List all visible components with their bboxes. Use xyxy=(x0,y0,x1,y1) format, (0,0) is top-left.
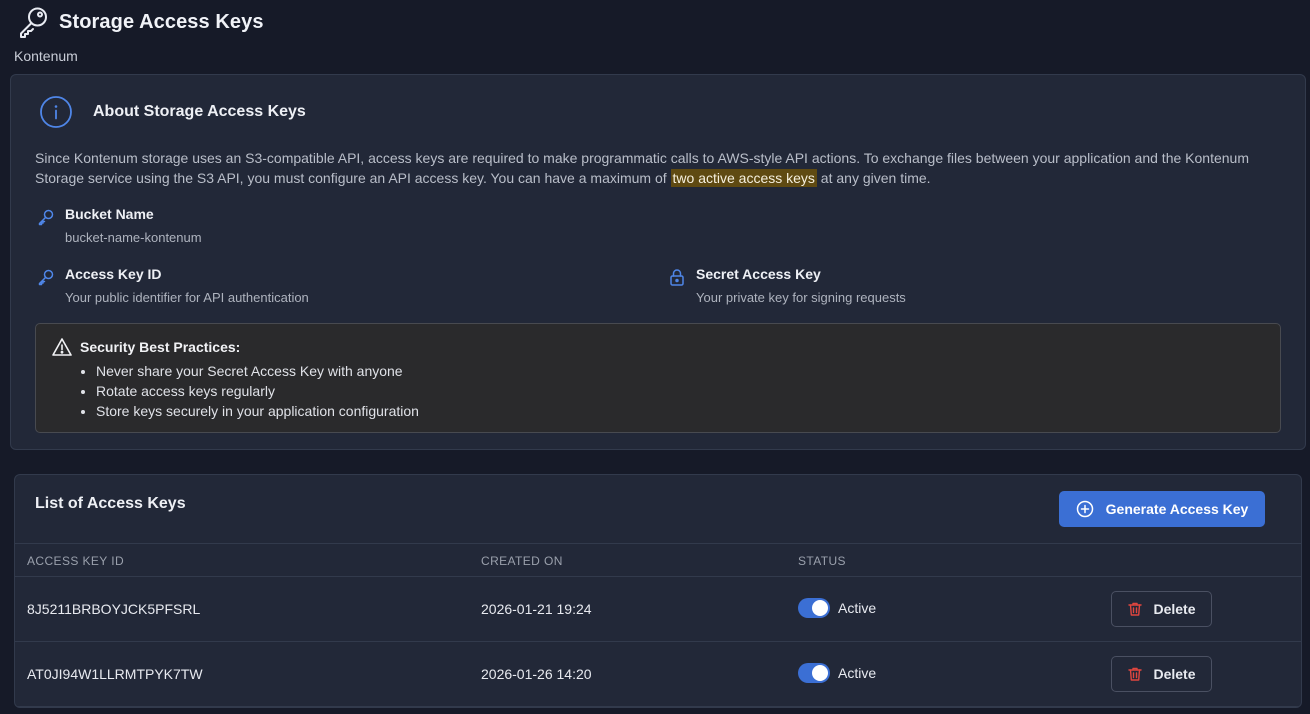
created-on-cell: 2026-01-26 14:20 xyxy=(481,666,592,682)
status-toggle[interactable] xyxy=(798,663,830,683)
highlight-text: two active access keys xyxy=(670,169,817,187)
delete-label: Delete xyxy=(1153,666,1196,682)
column-header-status: STATUS xyxy=(798,554,846,568)
generate-access-key-button[interactable]: Generate Access Key xyxy=(1059,491,1265,527)
key-icon xyxy=(16,4,52,40)
key-small-icon xyxy=(37,268,55,286)
info-icon xyxy=(39,95,73,129)
access-key-id-cell: 8J5211BRBOYJCK5PFSRL xyxy=(27,601,201,617)
access-keys-table: ACCESS KEY ID CREATED ON STATUS 8J5211BR… xyxy=(15,543,1301,707)
status-label: Active xyxy=(838,665,877,681)
column-header-access-key-id: ACCESS KEY ID xyxy=(27,554,125,568)
list-item: Rotate access keys regularly xyxy=(96,381,419,401)
status-cell: Active xyxy=(798,663,876,683)
delete-label: Delete xyxy=(1153,601,1196,617)
about-card: About Storage Access Keys Since Kontenum… xyxy=(10,74,1306,450)
bucket-name-value: bucket-name-kontenum xyxy=(65,230,202,245)
toggle-knob xyxy=(812,600,828,616)
access-key-id-label: Access Key ID xyxy=(65,266,162,282)
status-cell: Active xyxy=(798,598,876,618)
generate-label: Generate Access Key xyxy=(1105,501,1249,517)
keys-list-title: List of Access Keys xyxy=(35,495,186,512)
status-toggle[interactable] xyxy=(798,598,830,618)
bucket-name-label: Bucket Name xyxy=(65,206,154,222)
secret-key-description: Your private key for signing requests xyxy=(696,290,906,305)
trash-icon xyxy=(1127,666,1143,682)
created-on-cell: 2026-01-21 19:24 xyxy=(481,601,592,617)
page-header: Storage Access Keys xyxy=(16,4,264,40)
secret-key-label: Secret Access Key xyxy=(696,266,821,282)
security-list: Never share your Secret Access Key with … xyxy=(96,361,419,421)
key-small-icon xyxy=(37,208,55,226)
page-subtitle: Kontenum xyxy=(14,48,78,64)
list-item: Store keys securely in your application … xyxy=(96,401,419,421)
security-title-row: Security Best Practices: xyxy=(52,337,240,357)
plus-circle-icon xyxy=(1076,500,1094,518)
about-desc-tail: at any given time. xyxy=(816,170,931,186)
access-key-id-description: Your public identifier for API authentic… xyxy=(65,290,309,305)
security-practices-box: Security Best Practices: Never share you… xyxy=(35,323,1281,433)
about-description: Since Kontenum storage uses an S3-compat… xyxy=(35,148,1285,188)
about-header: About Storage Access Keys xyxy=(39,95,306,129)
about-desc-text: Since Kontenum storage uses an S3-compat… xyxy=(35,150,1249,186)
delete-button[interactable]: Delete xyxy=(1111,656,1212,692)
access-keys-card: List of Access Keys Generate Access Key … xyxy=(14,474,1302,708)
access-key-id-cell: AT0JI94W1LLRMTPYK7TW xyxy=(27,666,203,682)
toggle-knob xyxy=(812,665,828,681)
lock-icon xyxy=(668,268,686,286)
warning-icon xyxy=(52,337,72,357)
table-row: AT0JI94W1LLRMTPYK7TW 2026-01-26 14:20 Ac… xyxy=(15,642,1301,707)
list-item: Never share your Secret Access Key with … xyxy=(96,361,419,381)
status-label: Active xyxy=(838,600,877,616)
table-row: 8J5211BRBOYJCK5PFSRL 2026-01-21 19:24 Ac… xyxy=(15,577,1301,642)
delete-button[interactable]: Delete xyxy=(1111,591,1212,627)
table-header: ACCESS KEY ID CREATED ON STATUS xyxy=(15,543,1301,577)
page-title: Storage Access Keys xyxy=(59,10,264,33)
trash-icon xyxy=(1127,601,1143,617)
about-title: About Storage Access Keys xyxy=(93,103,306,120)
security-title: Security Best Practices: xyxy=(80,339,241,355)
column-header-created-on: CREATED ON xyxy=(481,554,563,568)
